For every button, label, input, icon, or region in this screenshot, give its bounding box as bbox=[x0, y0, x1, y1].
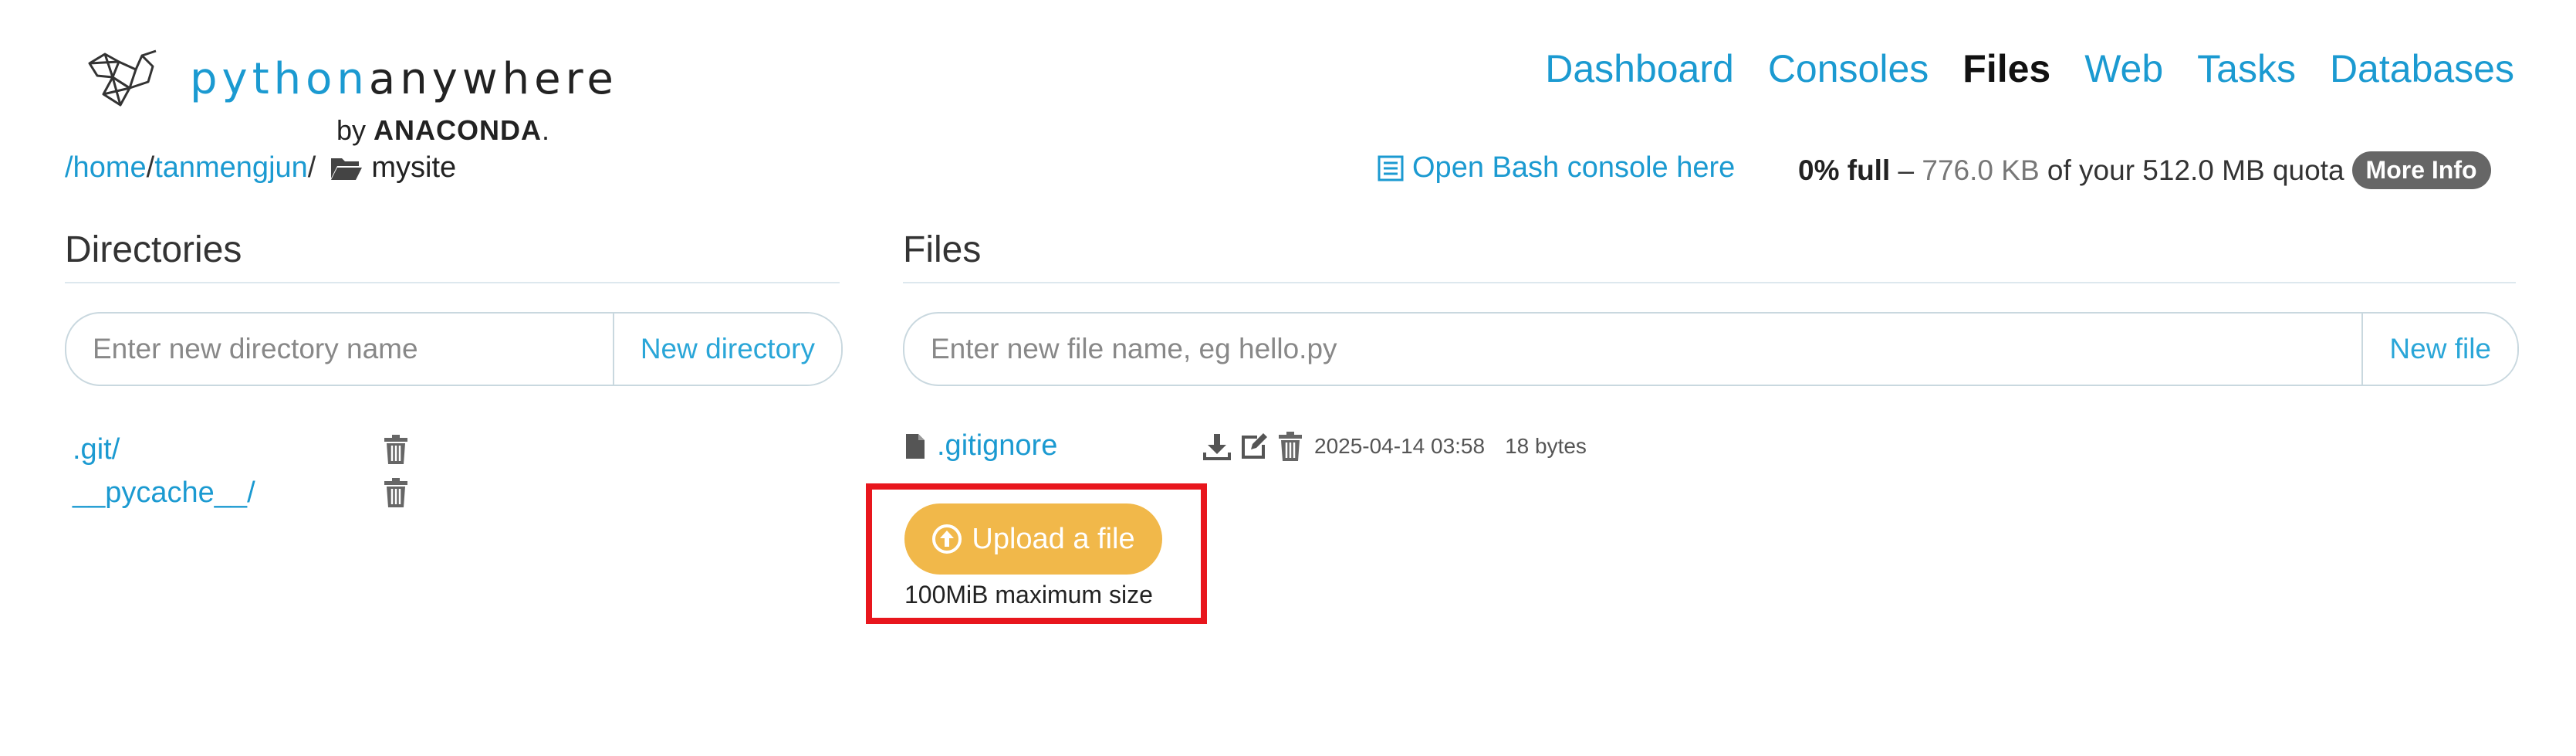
open-bash-console-link[interactable]: Open Bash console here bbox=[1377, 151, 1735, 185]
directory-list: .git/ __pycache__/ bbox=[73, 428, 409, 514]
new-directory-input[interactable] bbox=[66, 314, 613, 385]
trash-icon[interactable] bbox=[383, 434, 409, 465]
breadcrumb: /home / tanmengjun / mysite bbox=[65, 151, 456, 185]
new-directory-button[interactable]: New directory bbox=[612, 314, 841, 385]
breadcrumb-user[interactable]: tanmengjun bbox=[154, 151, 308, 185]
snake-logo-icon bbox=[88, 49, 157, 107]
breadcrumb-current: mysite bbox=[371, 151, 457, 184]
file-link[interactable]: .gitignore bbox=[937, 429, 1203, 463]
edit-icon[interactable] bbox=[1240, 432, 1268, 460]
new-file-button[interactable]: New file bbox=[2361, 314, 2517, 385]
quota-info: 0% full – 776.0 KB of your 512.0 MB quot… bbox=[1798, 151, 2491, 189]
quota-total: of your 512.0 MB quota bbox=[2039, 154, 2344, 186]
nav-web[interactable]: Web bbox=[2084, 46, 2163, 91]
file-size: 18 bytes bbox=[1505, 433, 1587, 458]
pythonanywhere-logo[interactable]: pythonanywhere by ANACONDA. bbox=[82, 48, 614, 148]
quota-used: 776.0 KB bbox=[1922, 154, 2040, 186]
file-icon bbox=[906, 433, 925, 459]
folder-open-icon bbox=[331, 158, 363, 180]
file-row: .gitignore 2025-04-14 03:58 18 bytes bbox=[904, 429, 1587, 463]
quota-dash: – bbox=[1890, 154, 1922, 186]
directories-heading: Directories bbox=[65, 229, 840, 283]
nav-databases[interactable]: Databases bbox=[2330, 46, 2514, 91]
files-heading: Files bbox=[903, 229, 2516, 283]
new-file-input[interactable] bbox=[904, 314, 2362, 385]
directory-link[interactable]: .git/ bbox=[73, 433, 383, 466]
file-metadata: 2025-04-14 03:58 18 bytes bbox=[1314, 434, 1587, 459]
new-directory-group: New directory bbox=[65, 312, 843, 386]
file-actions bbox=[1203, 431, 1303, 462]
trash-icon[interactable] bbox=[1277, 431, 1303, 462]
nav-files[interactable]: Files bbox=[1962, 46, 2050, 91]
by-anaconda: by ANACONDA. bbox=[336, 114, 550, 146]
top-nav: Dashboard Consoles Files Web Tasks Datab… bbox=[1545, 46, 2514, 91]
trash-icon[interactable] bbox=[383, 477, 409, 508]
nav-consoles[interactable]: Consoles bbox=[1768, 46, 1929, 91]
console-icon bbox=[1378, 155, 1404, 181]
nav-tasks[interactable]: Tasks bbox=[2197, 46, 2296, 91]
list-item: __pycache__/ bbox=[73, 471, 409, 514]
new-file-group: New file bbox=[903, 312, 2519, 386]
breadcrumb-separator: / bbox=[307, 151, 316, 184]
quota-percent: 0% full bbox=[1798, 154, 1891, 186]
breadcrumb-home[interactable]: /home bbox=[65, 151, 147, 185]
open-bash-console-label: Open Bash console here bbox=[1412, 151, 1736, 184]
more-info-button[interactable]: More Info bbox=[2351, 151, 2491, 189]
breadcrumb-separator: / bbox=[146, 151, 155, 184]
highlight-box bbox=[866, 483, 1207, 624]
directory-link[interactable]: __pycache__/ bbox=[73, 476, 383, 510]
list-item: .git/ bbox=[73, 428, 409, 471]
nav-dashboard[interactable]: Dashboard bbox=[1545, 46, 1734, 91]
brand-wordmark: pythonanywhere bbox=[190, 54, 618, 104]
download-icon[interactable] bbox=[1203, 432, 1231, 460]
file-date: 2025-04-14 03:58 bbox=[1314, 433, 1486, 458]
